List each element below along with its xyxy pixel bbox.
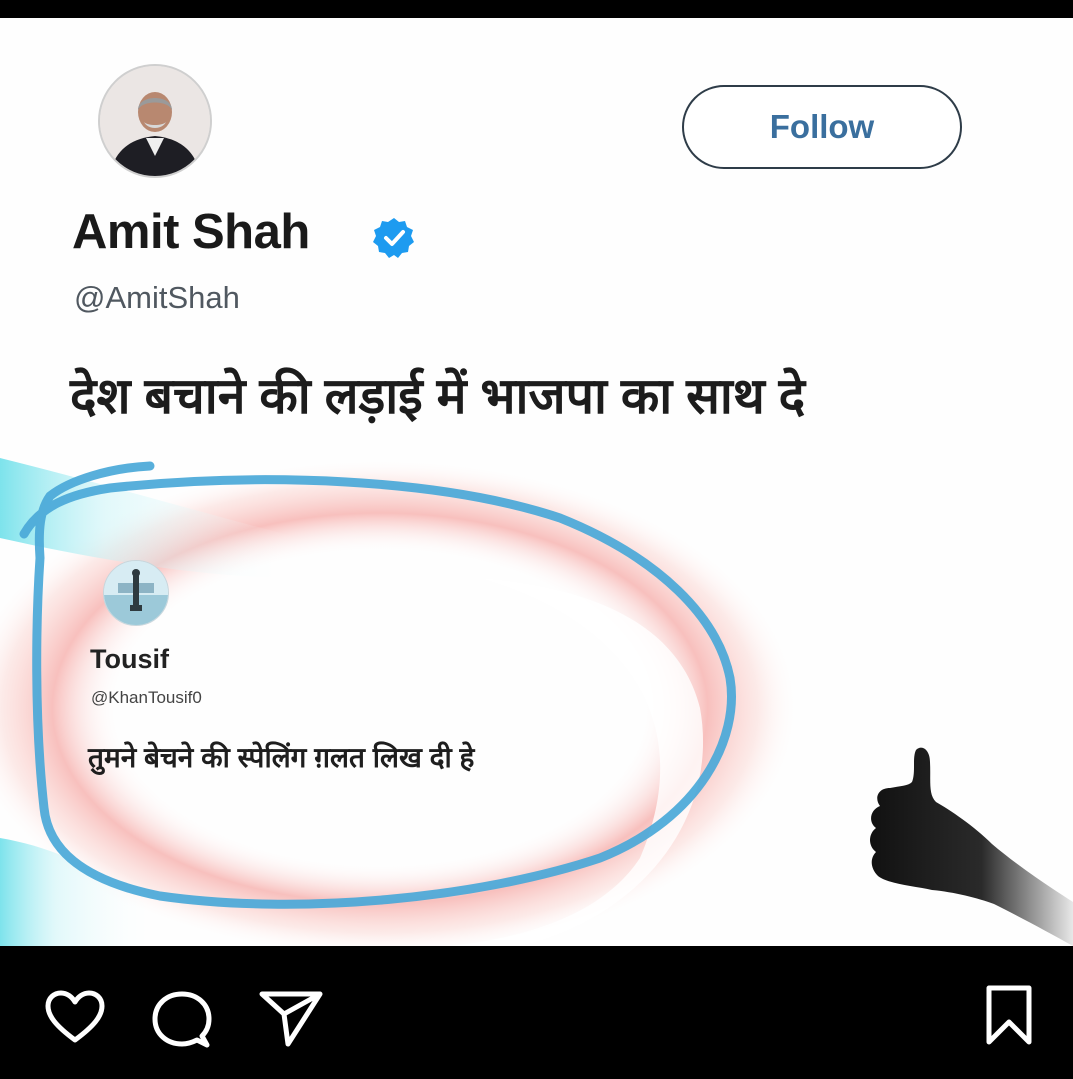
comment-icon <box>152 991 212 1048</box>
share-button[interactable] <box>258 988 324 1048</box>
like-button[interactable] <box>44 990 106 1046</box>
post-image: Follow Amit Shah @AmitShah देश बचाने की … <box>0 18 1073 946</box>
save-button[interactable] <box>985 984 1033 1046</box>
comment-button[interactable] <box>150 990 212 1050</box>
action-bar <box>0 946 1073 1079</box>
reply-avatar[interactable] <box>103 560 169 626</box>
bookmark-icon <box>986 985 1032 1045</box>
reply-text: तुमने बेचने की स्पेलिंग ग़लत लिख दी हे <box>88 742 475 773</box>
reply-author-handle[interactable]: @KhanTousif0 <box>91 688 202 708</box>
top-bar <box>0 0 1073 18</box>
thumbs-up-icon <box>870 747 1073 946</box>
reply-author-name[interactable]: Tousif <box>90 644 169 675</box>
heart-icon <box>45 990 105 1043</box>
share-icon <box>259 991 323 1047</box>
